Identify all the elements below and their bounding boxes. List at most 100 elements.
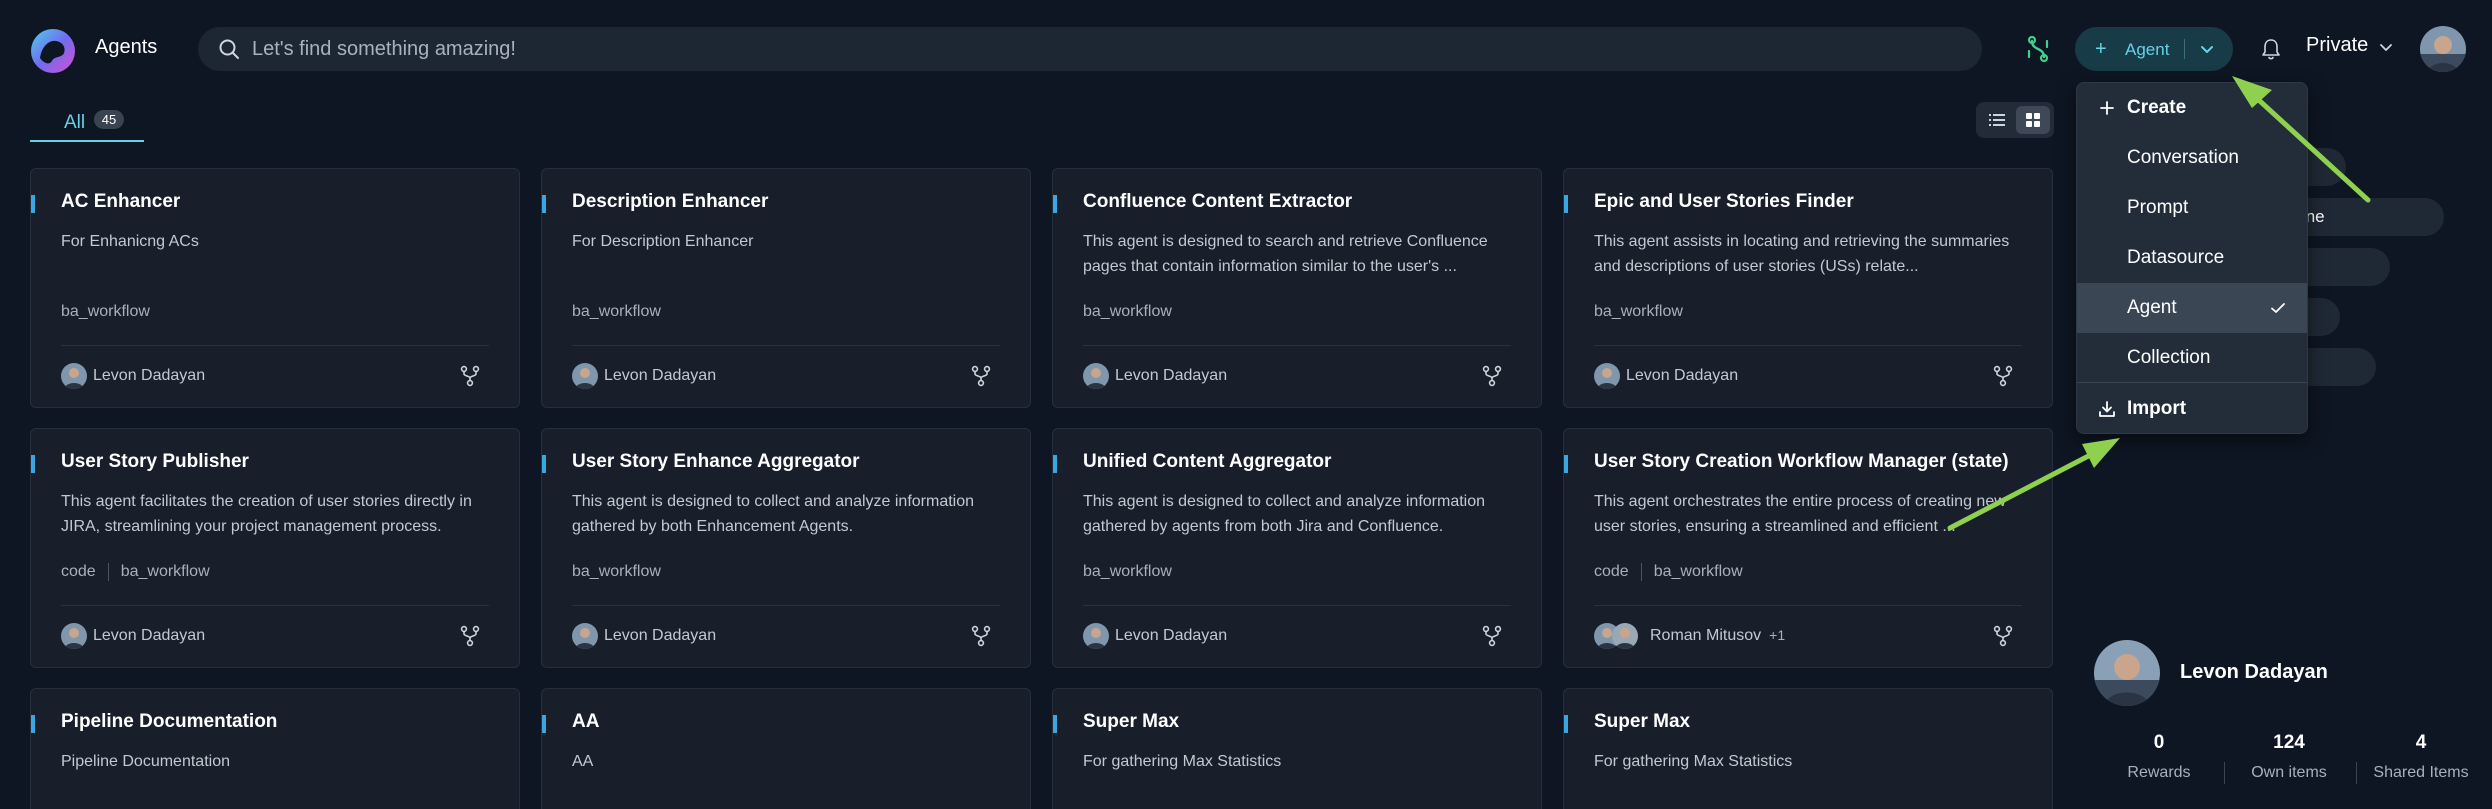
tag-label[interactable]: code [61,563,96,581]
card-title: Super Max [1083,711,1180,732]
card-divider [1594,605,2022,606]
agent-card[interactable]: AC Enhancer For Enhanicng ACs ba_workflow L… [30,168,520,408]
list-view-button[interactable] [1980,106,2014,134]
agent-card[interactable]: AA AA [541,688,1031,809]
author-name: Levon Dadayan [93,627,206,644]
create-dropdown-menu: Create Conversation Prompt Datasource Ag… [2076,82,2308,434]
card-description: AA [572,753,594,770]
card-accent-bar [1053,715,1057,733]
author-extra-count: +1 [1769,627,1786,643]
card-divider [1083,345,1511,346]
chevron-down-icon[interactable] [2197,39,2217,59]
card-title: User Story Enhance Aggregator [572,451,860,472]
create-agent-button[interactable]: + Agent [2075,27,2233,71]
card-divider [1594,345,2022,346]
card-title: Epic and User Stories Finder [1594,191,1854,212]
stat-own-items: 124 Own items [2224,732,2354,782]
tab-all[interactable]: All 45 [30,104,144,142]
fork-icon[interactable] [1481,625,1503,647]
tag-label[interactable]: ba_workflow [1083,303,1172,321]
flow-icon[interactable] [2024,35,2052,63]
card-title: User Story Creation Workflow Manager (st… [1594,451,2009,472]
tag-label[interactable]: ba_workflow [1640,563,1743,581]
agent-card[interactable]: Epic and User Stories Finder This agent a… [1563,168,2053,408]
agent-card[interactable]: Super Max For gathering Max Statistics [1563,688,2053,809]
agent-card[interactable]: Unified Content Aggregator This agent is … [1052,428,1542,668]
menu-divider [2077,382,2307,383]
card-title: Unified Content Aggregator [1083,451,1332,472]
menu-item-agent[interactable]: Agent [2077,283,2307,333]
author-avatar [1083,363,1109,389]
fork-icon[interactable] [1481,365,1503,387]
tag-label[interactable]: ba_workflow [1083,563,1172,581]
agent-card[interactable]: Pipeline Documentation Pipeline Documenta… [30,688,520,809]
tab-count-badge: 45 [94,110,124,129]
card-description: This agent is designed to collect and an… [572,493,975,535]
agent-card[interactable]: User Story Creation Workflow Manager (st… [1563,428,2053,668]
fork-icon[interactable] [1992,365,2014,387]
tag-label[interactable]: ba_workflow [1594,303,1683,321]
card-description: For gathering Max Statistics [1083,753,1282,770]
tag-label[interactable]: ba_workflow [61,303,150,321]
check-icon [2271,303,2285,313]
grid-icon [2026,113,2040,127]
download-icon [2099,401,2115,417]
profile-name: Levon Dadayan [2180,661,2328,683]
card-accent-bar [31,195,35,213]
author-avatar [61,363,87,389]
agent-card[interactable]: Confluence Content Extractor This agent i… [1052,168,1542,408]
tag-label[interactable]: ba_workflow [107,563,210,581]
author-avatar [1594,363,1620,389]
card-tags: ba_workflow [1083,303,1172,321]
visibility-selector[interactable]: Private [2306,34,2368,57]
search-bar[interactable] [198,27,1982,71]
card-accent-bar [1564,455,1568,473]
menu-item-label: Import [2127,398,2187,419]
app-logo-icon[interactable] [30,28,76,74]
agent-card[interactable]: User Story Publisher This agent facilitat… [30,428,520,668]
fork-icon[interactable] [459,365,481,387]
search-input[interactable] [252,27,1952,71]
bell-icon[interactable] [2260,37,2282,61]
tab-label: All [64,112,86,133]
fork-icon[interactable] [459,625,481,647]
card-accent-bar [31,455,35,473]
menu-item-datasource[interactable]: Datasource [2077,233,2307,283]
grid-view-button[interactable] [2016,106,2050,134]
author-avatar [572,623,598,649]
card-tags: ba_workflow [61,303,150,321]
menu-item-create[interactable]: Create [2077,83,2307,133]
menu-item-label: Prompt [2127,197,2189,218]
card-description: Pipeline Documentation [61,753,230,770]
card-tags: ba_workflow [572,563,661,581]
card-title: Super Max [1594,711,1691,732]
stat-rewards: 0 Rewards [2094,732,2224,782]
agent-card[interactable]: User Story Enhance Aggregator This agent … [541,428,1031,668]
agent-card[interactable]: Description Enhancer For Description Enha… [541,168,1031,408]
tag-label[interactable]: ba_workflow [572,303,661,321]
author-name: Levon Dadayan [1115,627,1228,644]
menu-item-collection[interactable]: Collection [2077,333,2307,383]
user-avatar[interactable] [2420,26,2466,72]
author-name: Levon Dadayan [604,367,717,384]
plus-icon: + [2095,38,2107,60]
card-accent-bar [1564,715,1568,733]
fork-icon[interactable] [970,625,992,647]
card-title: Confluence Content Extractor [1083,191,1353,212]
tag-label[interactable]: code [1594,563,1629,581]
menu-item-conversation[interactable]: Conversation [2077,133,2307,183]
card-accent-bar [31,715,35,733]
list-icon [1989,114,2005,126]
stat-label: Own items [2251,764,2327,781]
fork-icon[interactable] [1992,625,2014,647]
fork-icon[interactable] [970,365,992,387]
view-toggle [1976,102,2054,138]
stat-value: 0 [2153,732,2165,753]
author-avatar [61,623,87,649]
chevron-down-icon[interactable] [2376,37,2396,57]
tag-label[interactable]: ba_workflow [572,563,661,581]
agent-card[interactable]: Super Max For gathering Max Statistics [1052,688,1542,809]
menu-item-import[interactable]: Import [2077,384,2307,433]
menu-item-prompt[interactable]: Prompt [2077,183,2307,233]
card-description: This agent is designed to collect and an… [1083,493,1486,535]
